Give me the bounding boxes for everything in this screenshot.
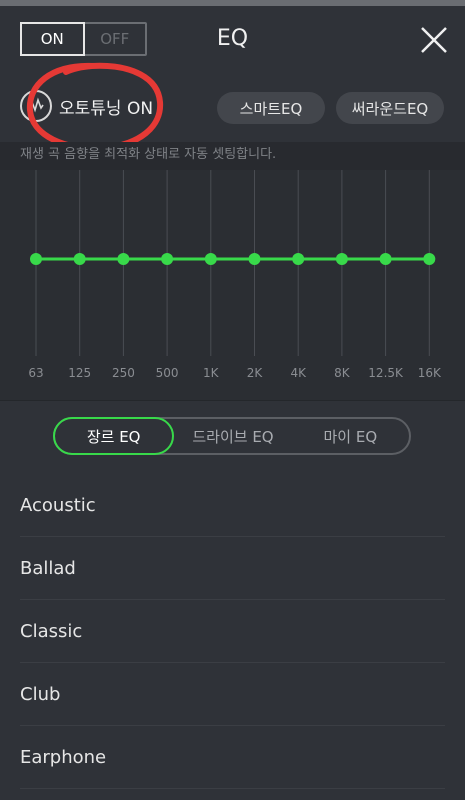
eq-band-label-16K: 16K xyxy=(418,366,442,380)
tab-drive-eq[interactable]: 드라이브 EQ xyxy=(174,419,291,453)
eq-band-label-1K: 1K xyxy=(203,366,220,380)
tab-genre-eq[interactable]: 장르 EQ xyxy=(53,417,175,455)
eq-category-tabs: 장르 EQ 드라이브 EQ 마이 EQ xyxy=(53,417,411,455)
eq-band-handle-2K[interactable] xyxy=(248,253,261,265)
eq-band-handle-125[interactable] xyxy=(73,253,86,265)
divider xyxy=(0,400,465,401)
preset-item-acoustic[interactable]: Acoustic xyxy=(20,474,445,537)
preset-item-club[interactable]: Club xyxy=(20,663,445,726)
eq-band-handle-16K[interactable] xyxy=(423,253,436,265)
preset-item-ballad[interactable]: Ballad xyxy=(20,537,445,600)
page-title: EQ xyxy=(216,26,249,51)
eq-band-handle-8K[interactable] xyxy=(335,253,348,265)
smart-eq-button[interactable]: 스마트EQ xyxy=(217,92,325,124)
auto-tune-icon xyxy=(20,90,52,122)
eq-band-label-2K: 2K xyxy=(247,366,264,380)
eq-band-label-12.5K: 12.5K xyxy=(368,366,404,380)
eq-band-handle-4K[interactable] xyxy=(292,253,305,265)
eq-band-label-250: 250 xyxy=(112,366,135,380)
auto-tuning-label: 오토튜닝 ON xyxy=(59,98,154,119)
tab-my-eq[interactable]: 마이 EQ xyxy=(292,419,409,453)
preset-item-classic[interactable]: Classic xyxy=(20,600,445,663)
auto-tuning-toggle[interactable]: 오토튜닝 ON xyxy=(20,90,153,122)
eq-band-handle-500[interactable] xyxy=(161,253,174,265)
eq-band-label-8K: 8K xyxy=(334,366,351,380)
preset-list: Acoustic Ballad Classic Club Earphone xyxy=(20,474,445,789)
surround-eq-button[interactable]: 써라운드EQ xyxy=(336,92,444,124)
eq-band-handle-250[interactable] xyxy=(117,253,130,265)
eq-band-handle-63[interactable] xyxy=(30,253,42,265)
eq-graph[interactable]: 63 125 250 500 1K 2K 4K 8K 12.5K 16K xyxy=(0,170,465,400)
eq-band-label-4K: 4K xyxy=(290,366,307,380)
eq-band-handle-12.5K[interactable] xyxy=(379,253,392,265)
eq-band-label-63: 63 xyxy=(28,366,43,380)
eq-band-handle-1K[interactable] xyxy=(204,253,217,265)
auto-tuning-hint: 재생 곡 음향을 최적화 상태로 자동 셋팅합니다. xyxy=(0,142,465,170)
close-icon[interactable] xyxy=(418,24,450,56)
eq-band-label-500: 500 xyxy=(156,366,179,380)
preset-item-earphone[interactable]: Earphone xyxy=(20,726,445,789)
status-strip xyxy=(0,0,465,6)
eq-band-label-125: 125 xyxy=(68,366,91,380)
